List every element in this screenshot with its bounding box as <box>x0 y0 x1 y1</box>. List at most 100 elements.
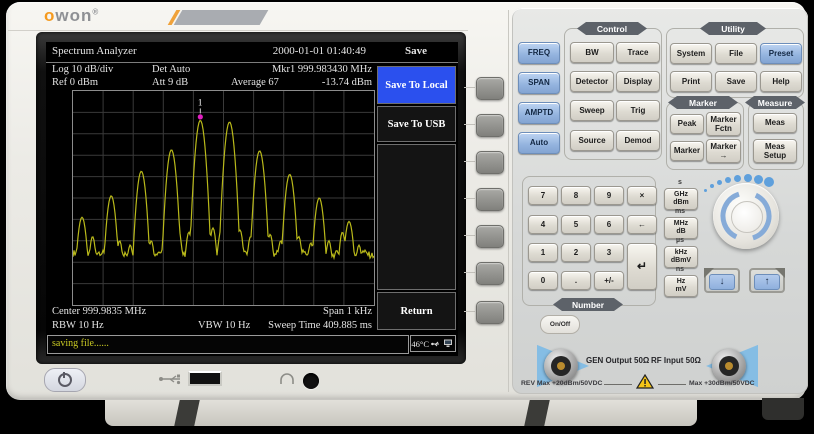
marker-to-button[interactable]: Marker → <box>706 139 741 163</box>
system-button[interactable]: System <box>670 43 712 64</box>
peak-button[interactable]: Peak <box>670 114 704 134</box>
marker-button[interactable]: Marker <box>670 141 704 161</box>
rf-input-label: RF Input 50Ω <box>651 356 701 365</box>
rf-connector-pin <box>725 362 733 370</box>
knob-dot <box>744 174 752 182</box>
rf-max-label: Max +30dBm/50VDC <box>689 380 755 387</box>
numpad-key-7[interactable]: 7 <box>528 186 558 205</box>
save-button[interactable]: Save <box>715 71 757 92</box>
sweep-button[interactable]: Sweep <box>570 100 614 121</box>
trace-button[interactable]: Trace <box>616 42 660 63</box>
knob-dot <box>704 189 707 192</box>
amptd-button[interactable]: AMPTD <box>518 102 560 124</box>
meas-button[interactable]: Meas <box>753 113 797 133</box>
screen-titlebar: Spectrum Analyzer 2000-01-01 01:40:49 Sa… <box>46 42 458 63</box>
meas-setup-button[interactable]: Meas Setup <box>753 139 797 163</box>
rbw-readout: RBW 10 Hz <box>52 320 104 331</box>
logo-o: o <box>44 6 55 25</box>
bw-button[interactable]: BW <box>570 42 614 63</box>
spectrum-plot-svg: 1 <box>73 91 374 305</box>
auto-button[interactable]: Auto <box>518 132 560 154</box>
numpad-key-2[interactable]: 2 <box>561 243 591 262</box>
unit-key-khz-dbmv[interactable]: kHz dBmV <box>664 246 698 268</box>
power-icon <box>58 373 72 387</box>
softkey-2[interactable] <box>476 114 504 137</box>
rotary-knob[interactable] <box>713 183 779 249</box>
softkey-1[interactable] <box>476 77 504 100</box>
usb-icon <box>158 373 184 385</box>
up-arrow-icon: ↑ <box>754 274 780 290</box>
menu-item-blank <box>377 144 456 290</box>
gen-output-label: GEN Output 50Ω <box>586 356 649 365</box>
utility-group-label: Utility <box>700 22 766 35</box>
file-button[interactable]: File <box>715 43 757 64</box>
onoff-button[interactable]: On/Off <box>540 315 580 334</box>
softkey-5[interactable] <box>476 225 504 248</box>
enter-key[interactable]: ↵ <box>627 243 657 290</box>
right-foot <box>762 398 804 420</box>
unit-key-mhz-db[interactable]: MHz dB <box>664 217 698 239</box>
footer-row-2: RBW 10 Hz VBW 10 Hz Sweep Time 409.885 m… <box>46 320 376 333</box>
preset-button[interactable]: Preset <box>760 43 802 64</box>
status-bar: saving file...... <box>47 335 409 354</box>
trig-button[interactable]: Trig <box>616 100 660 121</box>
usb-port[interactable] <box>188 371 222 386</box>
lan-status-icon <box>443 339 453 348</box>
detector-button[interactable]: Detector <box>570 71 614 92</box>
down-arrow-button[interactable]: ↓ <box>704 268 740 293</box>
numpad-key-3[interactable]: 3 <box>594 243 624 262</box>
softkey-7[interactable] <box>476 301 504 324</box>
case-seam <box>8 30 468 31</box>
numpad-key-9[interactable]: 9 <box>594 186 624 205</box>
power-button[interactable] <box>44 368 86 392</box>
demod-button[interactable]: Demod <box>616 130 660 151</box>
number-group-label: Number <box>553 298 623 311</box>
gen-connector-pin <box>557 362 565 370</box>
unit-hint-us: µs <box>664 237 696 244</box>
softkey-3[interactable] <box>476 151 504 174</box>
log-scale-readout: Log 10 dB/div <box>52 64 113 75</box>
backspace-key[interactable]: ← <box>627 215 657 234</box>
unit-key-ghz-dbm[interactable]: GHz dBm <box>664 188 698 210</box>
temperature-readout: 46°C <box>411 339 429 349</box>
numpad-key-1[interactable]: 1 <box>528 243 558 262</box>
up-arrow-button[interactable]: ↑ <box>749 268 785 293</box>
headphone-jack[interactable] <box>303 373 319 389</box>
freq-button[interactable]: FREQ <box>518 42 560 64</box>
marker-freq-readout: Mkr1 999.983430 MHz <box>272 64 372 75</box>
display-button[interactable]: Display <box>616 71 660 92</box>
plus-minus-key[interactable]: +/- <box>594 271 624 290</box>
source-button[interactable]: Source <box>570 130 614 151</box>
decimal-key[interactable]: . <box>561 271 591 290</box>
softkey-6[interactable] <box>476 262 504 285</box>
softkey-line <box>464 272 475 273</box>
numpad-key-0[interactable]: 0 <box>528 271 558 290</box>
marker-group-label: Marker <box>668 96 738 109</box>
knob-dot <box>734 175 741 182</box>
detector-readout: Det Auto <box>152 64 190 75</box>
menu-item-save-to-usb[interactable]: Save To USB <box>377 106 456 142</box>
help-button[interactable]: Help <box>760 71 802 92</box>
softkey-4[interactable] <box>476 188 504 211</box>
menu-item-return[interactable]: Return <box>377 292 456 330</box>
gen-output-connector[interactable] <box>544 349 578 383</box>
marker-amp-readout: -13.74 dBm <box>322 77 372 88</box>
svg-text:1: 1 <box>198 97 203 107</box>
marker-fctn-button[interactable]: Marker Fctn <box>706 112 741 136</box>
numpad-key-6[interactable]: 6 <box>594 215 624 234</box>
print-button[interactable]: Print <box>670 71 712 92</box>
gen-max-label: REV Max +20dBm/50VDC <box>521 380 602 387</box>
rf-input-connector[interactable] <box>712 349 746 383</box>
numpad-key-5[interactable]: 5 <box>561 215 591 234</box>
cancel-key[interactable]: × <box>627 186 657 205</box>
span-button[interactable]: SPAN <box>518 72 560 94</box>
unit-hint-ms: ms <box>664 208 696 215</box>
softkey-line <box>464 87 475 88</box>
spectrum-analyzer-device: owon® Spectrum Analyzer 2000-01-01 01:40… <box>0 0 814 434</box>
numpad-key-4[interactable]: 4 <box>528 215 558 234</box>
menu-item-save-to-local[interactable]: Save To Local <box>377 66 456 104</box>
status-indicators: 46°C <box>410 335 456 352</box>
lcd-screen: Spectrum Analyzer 2000-01-01 01:40:49 Sa… <box>46 42 458 356</box>
numpad-key-8[interactable]: 8 <box>561 186 591 205</box>
unit-key-hz-mv[interactable]: Hz mV <box>664 275 698 297</box>
